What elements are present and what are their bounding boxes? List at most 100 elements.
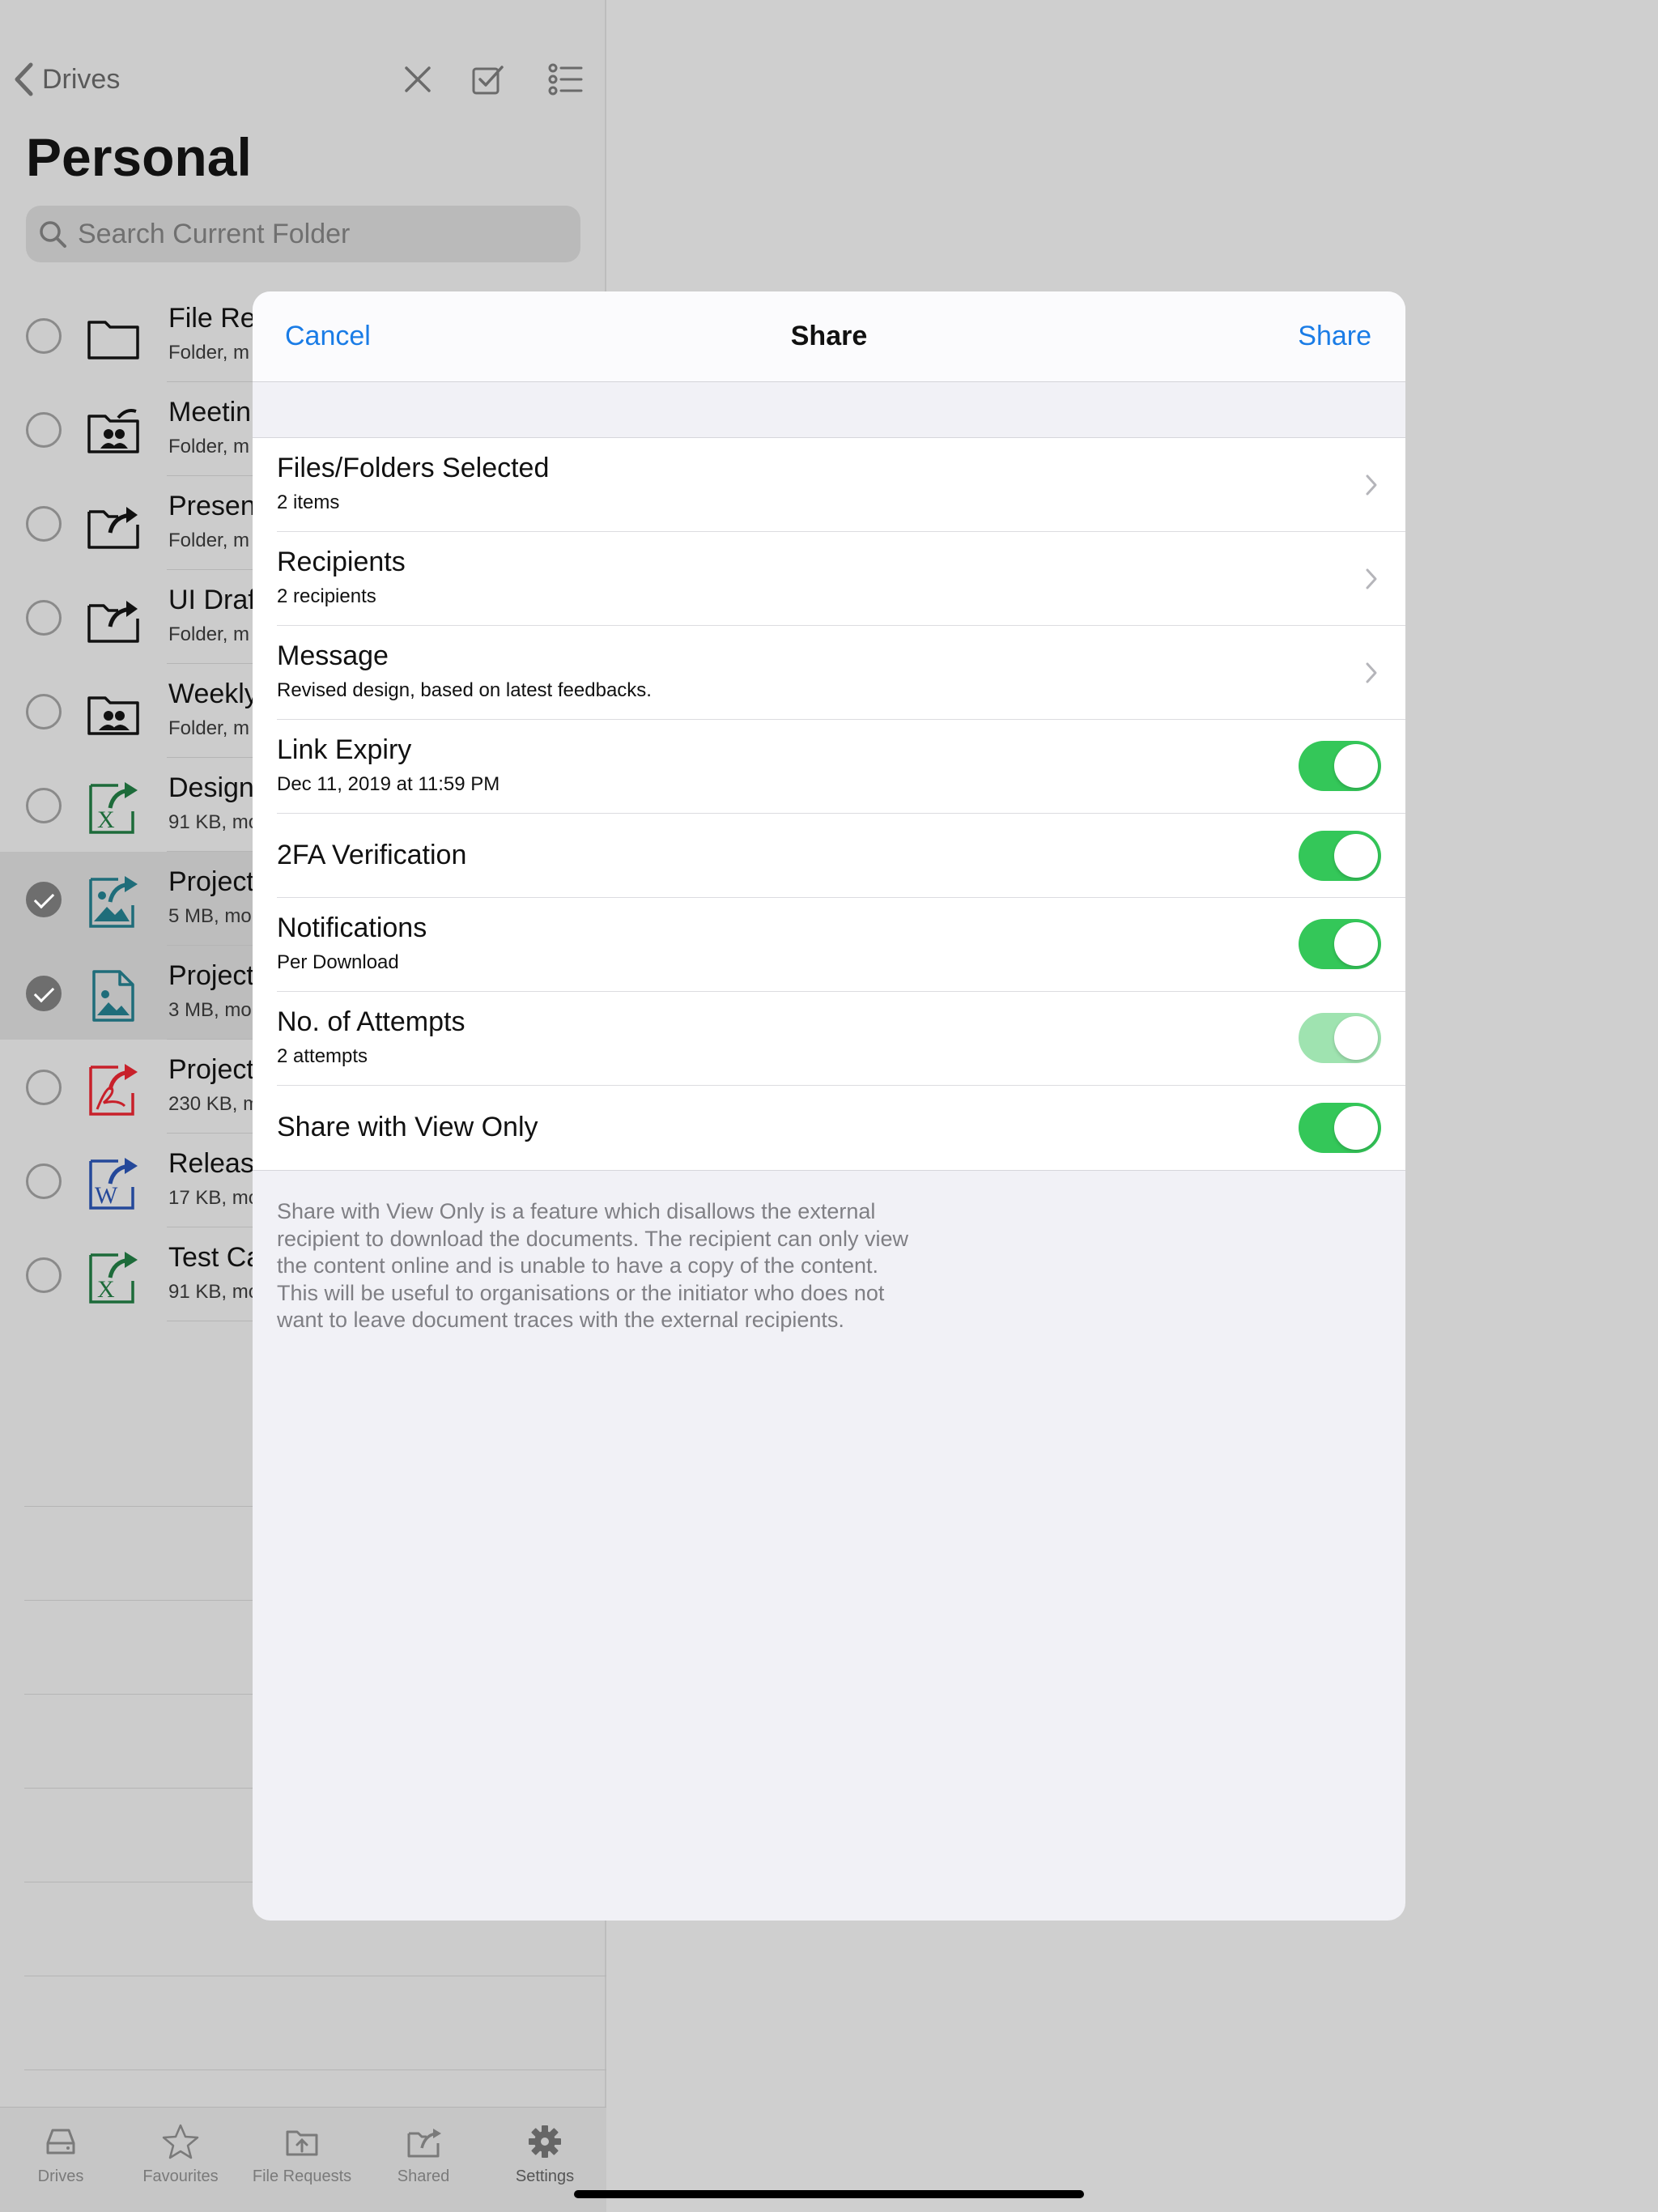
chevron-left-icon (15, 62, 33, 96)
files-selected-row[interactable]: Files/Folders Selected 2 items (253, 438, 1405, 532)
search-input[interactable]: Search Current Folder (26, 206, 580, 262)
file-name: Presen (168, 491, 256, 521)
back-to-drives-button[interactable]: Drives (13, 60, 120, 99)
file-meta: 230 KB, m (168, 1093, 260, 1115)
link-expiry-toggle[interactable] (1299, 741, 1381, 791)
selection-radio[interactable] (26, 1070, 62, 1105)
selection-radio[interactable] (26, 882, 62, 917)
folder-icon (87, 321, 139, 359)
notifications-row: Notifications Per Download (253, 898, 1405, 992)
message-row[interactable]: Message Revised design, based on latest … (253, 626, 1405, 720)
group-folder-icon (87, 696, 139, 735)
excel-shared-icon: X (89, 782, 138, 834)
recipients-row[interactable]: Recipients 2 recipients (253, 532, 1405, 626)
selection-radio[interactable] (26, 788, 62, 823)
word-shared-icon: W (89, 1158, 138, 1210)
selection-radio[interactable] (26, 506, 62, 542)
tab-label: File Requests (252, 2167, 352, 2185)
svg-text:W: W (95, 1182, 118, 1209)
file-meta: Folder, m (168, 342, 250, 364)
selection-radio[interactable] (26, 694, 62, 730)
row-label: No. of Attempts (277, 1006, 466, 1037)
tab-label: Drives (37, 2167, 84, 2185)
home-indicator (574, 2190, 1084, 2198)
star-icon (162, 2124, 199, 2159)
file-meta: Folder, m (168, 530, 250, 551)
file-name: Project (168, 866, 254, 897)
attempts-toggle (1299, 1013, 1381, 1063)
view-only-footnote: Share with View Only is a feature which … (277, 1199, 908, 1332)
search-placeholder: Search Current Folder (78, 218, 351, 249)
row-subtitle: 2 recipients (277, 585, 376, 607)
modal-title: Share (790, 321, 868, 351)
chevron-right-icon (1366, 662, 1377, 683)
selection-radio[interactable] (26, 1257, 62, 1293)
row-subtitle[interactable]: Dec 11, 2019 at 11:59 PM (277, 773, 500, 796)
row-label: Share with View Only (277, 1112, 538, 1142)
tab-label: Favourites (142, 2167, 219, 2185)
shared-group-folder-icon (87, 409, 139, 453)
list-view-icon[interactable] (546, 60, 585, 99)
attempts-row: No. of Attempts 2 attempts (253, 992, 1405, 1086)
close-icon[interactable] (398, 60, 437, 99)
drive-icon (46, 2129, 75, 2155)
view-only-row: Share with View Only (253, 1086, 1405, 1170)
file-name: File Re (168, 303, 256, 334)
row-label: Files/Folders Selected (277, 453, 550, 483)
tab-label: Settings (515, 2167, 575, 2185)
file-name: Weekly (168, 678, 258, 709)
row-subtitle[interactable]: Per Download (277, 951, 399, 974)
file-name: Design (168, 772, 254, 803)
shared-icon (407, 2129, 441, 2158)
selection-radio[interactable] (26, 318, 62, 354)
page-title: Personal (26, 127, 252, 187)
selection-radio[interactable] (26, 412, 62, 448)
file-meta: 17 KB, mo (168, 1187, 260, 1209)
row-label: Link Expiry (277, 734, 412, 765)
file-meta: 91 KB, mo (168, 811, 260, 833)
tab-label: Shared (397, 2167, 450, 2185)
row-subtitle[interactable]: 2 attempts (277, 1045, 368, 1068)
row-subtitle: 2 items (277, 491, 340, 513)
file-meta: Folder, m (168, 717, 250, 739)
selection-radio[interactable] (26, 600, 62, 636)
tab-file-requests[interactable]: File Requests (241, 2122, 363, 2186)
row-label: Message (277, 640, 389, 671)
modal-header: Cancel Share Share (253, 291, 1405, 382)
notifications-toggle[interactable] (1299, 919, 1381, 969)
link-expiry-row: Link Expiry Dec 11, 2019 at 11:59 PM (253, 720, 1405, 814)
view-only-toggle[interactable] (1299, 1103, 1381, 1153)
excel-shared-icon: X (89, 1252, 138, 1304)
shared-folder-icon (87, 507, 139, 549)
selection-radio[interactable] (26, 1163, 62, 1199)
2fa-verification-toggle[interactable] (1299, 831, 1381, 881)
svg-text:X: X (97, 1276, 115, 1303)
tab-bar: Drives Favourites File Requests Shared S… (0, 2107, 606, 2212)
file-name: Project (168, 960, 254, 991)
file-request-icon (286, 2130, 318, 2156)
row-label: 2FA Verification (277, 840, 467, 870)
tab-favourites[interactable]: Favourites (120, 2122, 241, 2186)
2fa-verification-row: 2FA Verification (253, 814, 1405, 898)
file-name: Test Ca (168, 1242, 262, 1273)
tab-settings[interactable]: Settings (484, 2122, 606, 2186)
row-label: Notifications (277, 912, 427, 943)
row-subtitle: Revised design, based on latest feedback… (277, 679, 652, 701)
share-button[interactable]: Share (1298, 321, 1371, 352)
file-meta: Folder, m (168, 436, 250, 457)
tab-shared[interactable]: Shared (363, 2122, 484, 2186)
share-modal: Cancel Share Share Files/Folders Selecte… (253, 291, 1405, 1921)
pdf-shared-icon (89, 1064, 138, 1116)
chevron-right-icon (1366, 474, 1377, 496)
select-all-icon[interactable] (468, 60, 507, 99)
tab-drives[interactable]: Drives (0, 2122, 121, 2186)
selection-radio[interactable] (26, 976, 62, 1011)
file-meta: Folder, m (168, 623, 250, 645)
file-name: Project (168, 1054, 254, 1085)
chevron-right-icon (1366, 568, 1377, 589)
file-meta: 91 KB, mo (168, 1281, 260, 1303)
share-settings-list: Files/Folders Selected 2 items Recipient… (253, 437, 1405, 1171)
gear-icon (529, 2125, 561, 2158)
image-shared-icon (89, 876, 138, 928)
search-icon (40, 221, 66, 248)
